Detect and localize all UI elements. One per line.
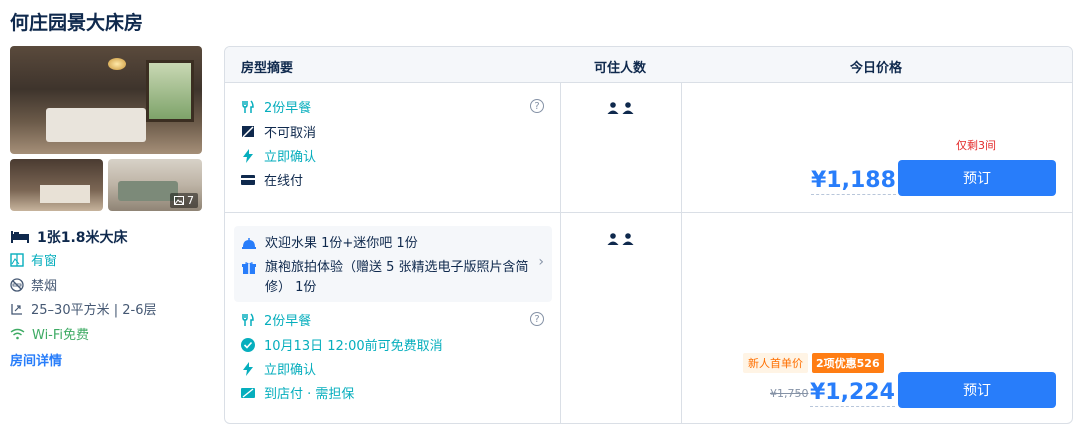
wifi-icon xyxy=(10,328,25,339)
stock-left-label: 仅剩3间 xyxy=(956,139,996,152)
smoking-info: 禁烟 xyxy=(10,275,57,294)
offer2-payment: 到店付 · 需担保 xyxy=(241,383,354,402)
utensils-icon xyxy=(242,99,254,113)
offer2-confirm: 立即确认 xyxy=(241,359,316,378)
help-icon[interactable]: ? xyxy=(530,99,544,113)
offer2-cancel: 10月13日 12:00前可免费取消 xyxy=(241,335,443,354)
offer1-payment: 在线付 xyxy=(241,170,303,189)
offer1-breakfast: 2份早餐 xyxy=(241,97,311,116)
table-header: 房型摘要 可住人数 今日价格 xyxy=(225,47,1072,83)
offer1-cancel: 不可取消 xyxy=(241,122,316,141)
person-icon xyxy=(622,233,634,245)
window-icon xyxy=(10,252,24,267)
offer2-price: ¥1,224 xyxy=(810,380,895,407)
room-photo-thumb[interactable] xyxy=(10,159,103,211)
room-detail-link[interactable]: 房间详情 xyxy=(10,350,62,369)
room-photo-thumb-more[interactable]: 7 xyxy=(108,159,202,211)
person-icon xyxy=(607,233,619,245)
gift-icon xyxy=(242,262,256,274)
pay-at-hotel-icon xyxy=(241,387,255,398)
gift-fruit: 欢迎水果 1份+迷你吧 1份 xyxy=(242,234,418,254)
lightning-icon xyxy=(243,148,253,163)
gift-package[interactable]: 欢迎水果 1份+迷你吧 1份 旗袍旅拍体验（赠送 5 张精选电子版照片含简修） … xyxy=(234,226,552,302)
header-summary: 房型摘要 xyxy=(241,61,294,76)
bed-icon xyxy=(11,231,29,243)
utensils-icon xyxy=(242,312,254,326)
chevron-right-icon[interactable]: › xyxy=(538,254,544,270)
card-icon xyxy=(241,174,255,185)
offer2-breakfast: 2份早餐 xyxy=(241,310,311,329)
room-title: 何庄园景大床房 xyxy=(10,12,144,34)
wifi-info: Wi-Fi免费 xyxy=(10,324,89,343)
help-icon[interactable]: ? xyxy=(530,312,544,326)
person-icon xyxy=(607,102,619,114)
original-price: ¥1,750 xyxy=(770,387,809,400)
image-icon xyxy=(174,196,184,205)
person-icon xyxy=(622,102,634,114)
offer1-price: ¥1,188 xyxy=(811,168,896,195)
area-icon xyxy=(11,303,22,315)
lightning-icon xyxy=(243,361,253,376)
rate-table: 房型摘要 可住人数 今日价格 2份早餐 ? 不可取消 立即确认 在线付 仅剩3间… xyxy=(224,46,1073,424)
new-user-tag: 新人首单价 xyxy=(743,353,808,373)
header-price: 今日价格 xyxy=(850,61,903,76)
offer1-confirm: 立即确认 xyxy=(241,146,316,165)
offer1-book-button[interactable]: 预订 xyxy=(898,160,1056,196)
photo-count-badge: 7 xyxy=(170,193,198,208)
service-bell-icon xyxy=(242,238,256,249)
no-smoking-icon xyxy=(10,277,24,292)
offer2-guests xyxy=(607,233,634,245)
header-guests: 可住人数 xyxy=(594,61,647,76)
offer1-guests xyxy=(607,102,634,114)
area-info: 25–30平方米 | 2-6层 xyxy=(10,299,156,318)
check-circle-icon xyxy=(241,337,255,352)
gift-photo: 旗袍旅拍体验（赠送 5 张精选电子版照片含简修） 1份 xyxy=(242,258,532,298)
bed-info: 1张1.8米大床 xyxy=(10,227,128,247)
offer2-book-button[interactable]: 预订 xyxy=(898,372,1056,408)
discount-tag[interactable]: 2项优惠526 xyxy=(812,353,884,373)
room-photo-main[interactable] xyxy=(10,46,202,154)
no-cancel-icon xyxy=(242,126,254,138)
window-info: 有窗 xyxy=(10,250,57,269)
